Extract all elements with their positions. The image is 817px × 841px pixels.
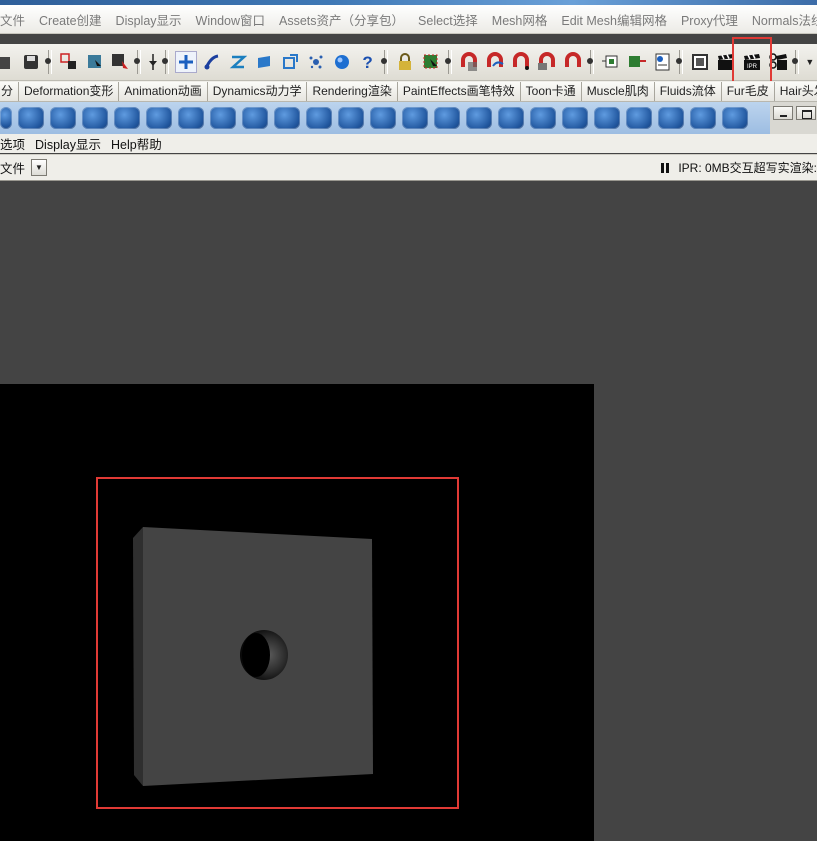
shelf-tool-icon[interactable] (466, 107, 492, 129)
menu-display-view[interactable]: Display显示 (30, 134, 106, 153)
tab-toon[interactable]: Toon卡通 (520, 81, 582, 101)
select-by-object-icon[interactable] (84, 51, 106, 73)
menu-assets[interactable]: Assets资产（分享包） (272, 10, 411, 29)
shelf-tool-icon[interactable] (114, 107, 140, 129)
toolbar-separator (381, 50, 389, 74)
magnet-point-icon[interactable] (510, 51, 532, 73)
file-dropdown-value: 文件 (0, 162, 26, 176)
menu-file[interactable]: 文件 (0, 10, 32, 29)
construction-history-icon[interactable] (651, 51, 673, 73)
tab-hair[interactable]: Hair头发 (774, 81, 817, 101)
tab-animation[interactable]: Animation动画 (119, 81, 208, 101)
shelf-tool-icon[interactable] (82, 107, 108, 129)
render-highlight-box (96, 477, 459, 809)
menu-normals[interactable]: Normals法线 (745, 10, 817, 29)
render-view-menu-bar: 选项 Display显示 Help帮助 (0, 134, 817, 153)
toolbar-separator (134, 50, 142, 74)
create-curve-icon[interactable] (227, 51, 249, 73)
render-view-toolbar: 文件 ▼ IPR: 0MB交互超写实渲染: (0, 154, 817, 181)
shelf-tool-icon[interactable] (146, 107, 172, 129)
output-connections-icon[interactable] (626, 51, 648, 73)
magnet-grid-icon[interactable] (458, 51, 480, 73)
shelf-tool-icon[interactable] (434, 107, 460, 129)
minimize-button[interactable] (773, 106, 793, 120)
shelf-tabs: 分 Deformation变形 Animation动画 Dynamics动力学 … (0, 81, 817, 102)
shelf-tool-icon[interactable] (562, 107, 588, 129)
menu-select[interactable]: Select选择 (411, 10, 485, 29)
shelf-tool-icon[interactable] (402, 107, 428, 129)
ipr-status-text: IPR: 0MB交互超写实渲染: (678, 161, 817, 175)
sphere-icon[interactable] (331, 51, 353, 73)
magnet-view-icon[interactable] (536, 51, 558, 73)
shelf-tool-icon[interactable] (0, 107, 12, 129)
tab-rendering[interactable]: Rendering渲染 (307, 81, 398, 101)
lock-icon[interactable] (394, 51, 416, 73)
save-scene-icon[interactable] (20, 51, 42, 73)
shelf-tool-icon[interactable] (594, 107, 620, 129)
toolbar-separator (586, 50, 594, 74)
magnet-curve-icon[interactable] (484, 51, 506, 73)
shelf-tool-icon[interactable] (498, 107, 524, 129)
shelf-tool-icon[interactable] (690, 107, 716, 129)
menu-options[interactable]: 选项 (0, 134, 30, 153)
shelf-menu-arrow-icon[interactable]: ▼ (805, 51, 815, 73)
menu-edit-mesh[interactable]: Edit Mesh编辑网格 (554, 10, 674, 29)
tool-shelf: ? IPR ▼ (0, 44, 817, 81)
tab-dynamics[interactable]: Dynamics动力学 (207, 81, 308, 101)
shelf-tool-icon[interactable] (50, 107, 76, 129)
input-connections-icon[interactable] (600, 51, 622, 73)
create-locator-icon[interactable] (175, 51, 198, 73)
toolbar-separator (445, 50, 453, 74)
tab-partial[interactable]: 分 (0, 81, 20, 101)
menu-mesh[interactable]: Mesh网格 (485, 10, 555, 29)
window-controls (770, 102, 817, 134)
shelf-tool-icon[interactable] (274, 107, 300, 129)
shelf-tool-icon[interactable] (658, 107, 684, 129)
main-menu-bar: 文件 Create创建 Display显示 Window窗口 Assets资产（… (0, 5, 817, 34)
render-viewport[interactable] (0, 182, 817, 841)
shelf-tool-icon[interactable] (210, 107, 236, 129)
open-folder-icon[interactable] (0, 51, 16, 73)
shelf-icon-strip (0, 102, 770, 134)
tab-fur[interactable]: Fur毛皮 (721, 81, 775, 101)
select-highlight-icon[interactable] (420, 51, 442, 73)
shelf-tool-icon[interactable] (242, 107, 268, 129)
menu-help[interactable]: Help帮助 (106, 134, 167, 153)
pause-icon[interactable] (661, 162, 670, 173)
tab-deformation[interactable]: Deformation变形 (19, 81, 120, 101)
menu-display[interactable]: Display显示 (109, 10, 189, 29)
shelf-tool-icon[interactable] (530, 107, 556, 129)
create-joint-icon[interactable] (201, 51, 223, 73)
shelf-tool-icon[interactable] (338, 107, 364, 129)
snap-icon[interactable] (147, 51, 159, 73)
shelf-tool-icon[interactable] (178, 107, 204, 129)
toolbar-separator (676, 50, 684, 74)
file-dropdown[interactable]: 文件 ▼ (0, 158, 48, 177)
toolbar-separator (162, 50, 170, 74)
select-by-component-icon[interactable] (110, 51, 132, 73)
magnet-surface-icon[interactable] (562, 51, 584, 73)
tab-fluids[interactable]: Fluids流体 (654, 81, 722, 101)
shelf-tool-icon[interactable] (18, 107, 44, 129)
menu-create[interactable]: Create创建 (32, 10, 109, 29)
render-view-icon[interactable] (689, 51, 711, 73)
toolbar-separator (791, 50, 799, 74)
shelf-tool-icon[interactable] (306, 107, 332, 129)
ipr-status-area: IPR: 0MB交互超写实渲染: (661, 155, 817, 180)
menu-proxy[interactable]: Proxy代理 (674, 10, 745, 29)
select-by-hierarchy-icon[interactable] (58, 51, 80, 73)
toolbar-separator (44, 50, 52, 74)
transform-icon[interactable] (279, 51, 301, 73)
particle-icon[interactable] (305, 51, 327, 73)
create-polygon-icon[interactable] (253, 51, 275, 73)
shelf-tool-icon[interactable] (626, 107, 652, 129)
shelf-tool-icon[interactable] (722, 107, 748, 129)
maximize-button[interactable] (796, 106, 816, 120)
tab-muscle[interactable]: Muscle肌肉 (581, 81, 655, 101)
tab-paint-effects[interactable]: PaintEffects画笔特效 (397, 81, 521, 101)
help-icon[interactable]: ? (357, 51, 379, 73)
chevron-down-icon[interactable]: ▼ (31, 159, 48, 176)
shelf-tool-icon[interactable] (370, 107, 396, 129)
menu-window[interactable]: Window窗口 (189, 10, 272, 29)
